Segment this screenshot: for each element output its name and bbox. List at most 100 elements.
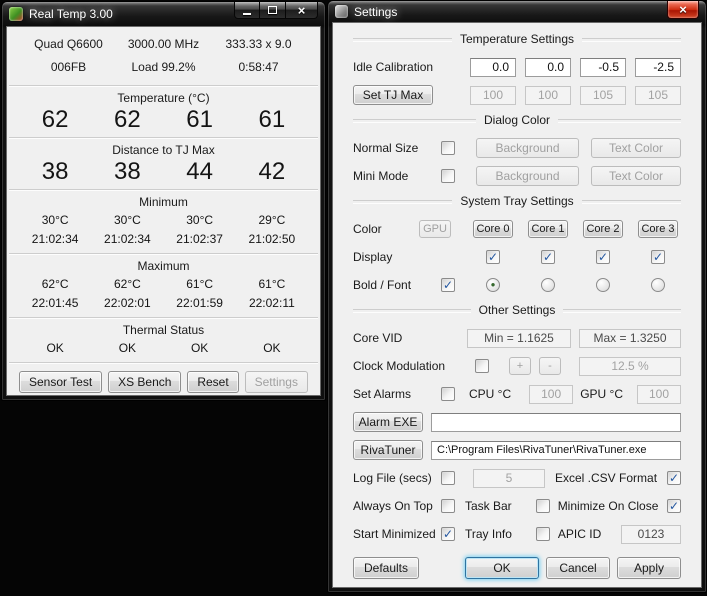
close-button[interactable]: × [286,2,318,19]
realtemp-titlebar[interactable]: Real Temp 3.00 × [6,2,321,26]
idle-calibration-input-1[interactable]: 0.0 [525,58,571,77]
realtemp-app-icon [9,7,23,21]
log-file-checkbox[interactable] [441,471,455,485]
bold-font-label: Bold / Font [353,278,441,292]
core-color-buttons: Core 0 Core 1 Core 2 Core 3 [470,220,681,238]
core3-color-button[interactable]: Core 3 [638,220,678,238]
start-minimized-checkbox[interactable]: ✓ [441,527,455,541]
mini-mode-buttons: Background Text Color [476,166,681,186]
font-core3-radio[interactable] [651,278,665,292]
display-core0-checkbox[interactable]: ✓ [486,250,500,264]
cpu-model: Quad Q6600 [21,37,116,52]
core0-min-time: 21:02:34 [19,230,91,249]
core2-max-temp: 61°C [164,275,236,294]
ok-button[interactable]: OK [465,557,539,579]
task-bar-checkbox[interactable] [536,499,550,513]
cpu-load: Load 99.2% [116,60,211,75]
mini-mode-checkbox[interactable] [441,169,455,183]
tjmax-value-1: 100 [525,86,571,105]
mini-text-color-button: Text Color [591,166,681,186]
alarm-exe-button[interactable]: Alarm EXE [353,412,423,432]
realtemp-window: Real Temp 3.00 × Quad Q6600 3000.00 MHz … [1,1,326,401]
core0-distance: 38 [19,159,91,184]
tjmax-fields: 100 100 105 105 [470,86,681,105]
settings-client-area: Temperature Settings Idle Calibration 0.… [332,22,702,588]
display-core3-checkbox[interactable]: ✓ [651,250,665,264]
core0-color-button[interactable]: Core 0 [473,220,513,238]
display-core2-checkbox[interactable]: ✓ [596,250,610,264]
tjmax-value-0: 100 [470,86,516,105]
idle-calibration-input-3[interactable]: -2.5 [635,58,681,77]
clock-modulation-row: Clock Modulation + - 12.5 % [353,356,681,376]
cpu-alarm-label: CPU °C [469,387,511,401]
realtemp-button-row: Sensor Test XS Bench Reset Settings [7,364,320,393]
font-core0-radio[interactable]: ● [486,278,500,292]
font-core2-radio[interactable] [596,278,610,292]
core1-max-temp: 62°C [91,275,163,294]
display-core1-checkbox[interactable]: ✓ [541,250,555,264]
alarm-exe-path-field[interactable] [431,413,681,432]
settings-button: Settings [245,371,308,393]
bold-font-checkbox[interactable]: ✓ [441,278,455,292]
maximize-button[interactable] [260,2,286,19]
core1-min-time: 21:02:34 [91,230,163,249]
normal-size-checkbox[interactable] [441,141,455,155]
clock-modulation-checkbox[interactable] [475,359,489,373]
tray-info-checkbox[interactable] [536,527,550,541]
gpu-color-button: GPU [419,220,451,238]
maximum-times: 22:01:45 22:02:01 22:01:59 22:02:11 [7,294,320,317]
set-alarms-checkbox[interactable] [441,387,455,401]
minimize-on-close-checkbox[interactable]: ✓ [667,499,681,513]
core3-min-temp: 29°C [236,211,308,230]
gpu-alarm-value: 100 [637,385,681,404]
start-minimized-row: Start Minimized ✓ Tray Info APIC ID 0123 [353,524,681,544]
set-alarms-row: Set Alarms CPU °C 100 GPU °C 100 [353,384,681,404]
core0-max-temp: 62°C [19,275,91,294]
vid-max-field: Max = 1.3250 [579,329,681,348]
core2-color-button[interactable]: Core 2 [583,220,623,238]
csv-format-checkbox[interactable]: ✓ [667,471,681,485]
maximum-temps: 62°C 62°C 61°C 61°C [7,275,320,294]
cancel-button[interactable]: Cancel [546,557,610,579]
defaults-button[interactable]: Defaults [353,557,419,579]
core-vid-row: Core VID Min = 1.1625 Max = 1.3250 [353,328,681,348]
log-file-label: Log File (secs) [353,471,441,485]
uptime-value: 0:58:47 [211,60,306,75]
rivatuner-button[interactable]: RivaTuner [353,440,423,460]
bold-font-row: Bold / Font ✓ ● [353,275,681,295]
core-vid-fields: Min = 1.1625 Max = 1.3250 [467,329,681,348]
xs-bench-button[interactable]: XS Bench [108,371,181,393]
always-on-top-row: Always On Top Task Bar Minimize On Close… [353,496,681,516]
settings-titlebar[interactable]: Settings × [332,1,702,22]
idle-calibration-row: Idle Calibration 0.0 0.0 -0.5 -2.5 [353,57,681,77]
realtemp-title: Real Temp 3.00 [29,7,113,21]
other-settings-header: Other Settings [353,303,681,318]
sensor-test-button[interactable]: Sensor Test [19,371,102,393]
maximize-icon [268,6,277,14]
always-on-top-checkbox[interactable] [441,499,455,513]
core1-color-button[interactable]: Core 1 [528,220,568,238]
normal-size-label: Normal Size [353,141,441,155]
core3-thermal-status: OK [236,339,308,358]
core2-temp: 61 [164,107,236,132]
font-core1-radio[interactable] [541,278,555,292]
core2-thermal-status: OK [164,339,236,358]
reset-button[interactable]: Reset [187,371,238,393]
distance-values: 38 38 44 42 [7,159,320,189]
settings-close-button[interactable]: × [667,1,699,19]
rivatuner-path-field[interactable]: C:\Program Files\RivaTuner\RivaTuner.exe [431,441,681,460]
set-tjmax-row: Set TJ Max 100 100 105 105 [353,85,681,105]
cpuid-value: 006FB [21,60,116,75]
thermal-status-values: OK OK OK OK [7,339,320,362]
set-tjmax-button[interactable]: Set TJ Max [353,85,433,105]
core1-thermal-status: OK [91,339,163,358]
idle-calibration-input-0[interactable]: 0.0 [470,58,516,77]
system-tray-header-text: System Tray Settings [460,194,573,209]
minimize-button[interactable] [234,2,260,19]
idle-calibration-input-2[interactable]: -0.5 [580,58,626,77]
apply-button[interactable]: Apply [617,557,681,579]
clock-minus-button: - [539,357,561,375]
normal-size-row: Normal Size Background Text Color [353,138,681,158]
core1-temp: 62 [91,107,163,132]
temperature-values: 62 62 61 61 [7,107,320,137]
